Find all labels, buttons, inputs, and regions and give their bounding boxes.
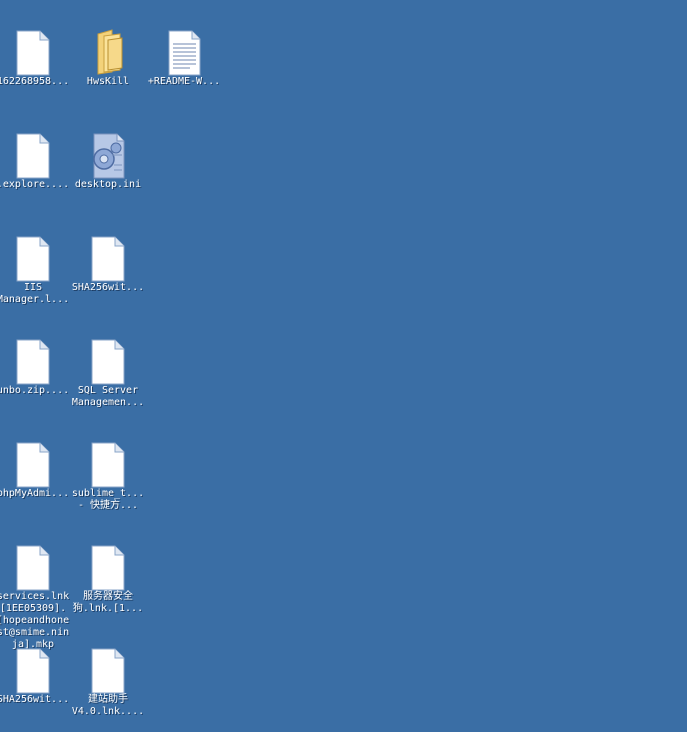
icon-label: desktop.ini (74, 179, 142, 190)
blank-file-icon (91, 442, 125, 488)
desktop-icon-162268958[interactable]: 162268958... (0, 30, 71, 88)
icon-label: 建站助手 V4.0.lnk.... (71, 694, 145, 717)
blank-file-icon (16, 236, 50, 282)
blank-file-icon (91, 545, 125, 591)
desktop-icon-sql-server[interactable]: SQL Server Managemen... (70, 339, 146, 409)
icon-label: 服务器安全 狗.lnk.[1... (72, 591, 144, 614)
desktop-icon-site-assistant[interactable]: 建站助手 V4.0.lnk.... (70, 648, 146, 718)
desktop[interactable]: 162268958... HwsKill +README-W... .explo… (0, 0, 687, 732)
blank-file-icon (16, 442, 50, 488)
desktop-icon-iis-manager[interactable]: IIS Manager.l... (0, 236, 71, 306)
icon-label: IIS Manager.l... (0, 282, 70, 305)
icon-label: HwsKill (86, 76, 130, 87)
icon-label: SHA256wit... (71, 282, 145, 293)
desktop-icon-unbo-zip[interactable]: unbo.zip.... (0, 339, 71, 397)
desktop-icon-sublime[interactable]: sublime_t... - 快捷方... (70, 442, 146, 512)
blank-file-icon (16, 648, 50, 694)
folder-icon (97, 29, 123, 75)
config-file-icon (93, 133, 125, 179)
desktop-icon-services-lnk[interactable]: services.lnk [1EE05309]. [hopeandhone st… (0, 545, 71, 651)
desktop-icon-sha256-2[interactable]: SHA256wit... (0, 648, 71, 706)
text-file-icon (168, 30, 201, 76)
blank-file-icon (16, 545, 50, 591)
desktop-icon-readme[interactable]: +README-W... (146, 30, 222, 88)
desktop-icon-sha256-1[interactable]: SHA256wit... (70, 236, 146, 294)
icon-label: unbo.zip.... (0, 385, 70, 396)
desktop-icon-phpmyadmin[interactable]: phpMyAdmi... (0, 442, 71, 500)
icon-label: .explore.... (0, 179, 70, 190)
blank-file-icon (91, 236, 125, 282)
desktop-icon-explore[interactable]: .explore.... (0, 133, 71, 191)
icon-label: services.lnk [1EE05309]. [hopeandhone st… (0, 591, 70, 650)
icon-label: +README-W... (147, 76, 221, 87)
desktop-icon-server-safedog[interactable]: 服务器安全 狗.lnk.[1... (70, 545, 146, 615)
blank-file-icon (16, 339, 50, 385)
desktop-icon-desktop-ini[interactable]: desktop.ini (70, 133, 146, 191)
icon-label: SQL Server Managemen... (71, 385, 145, 408)
blank-file-icon (91, 339, 125, 385)
desktop-icon-hwskill[interactable]: HwsKill (70, 26, 146, 88)
icon-label: phpMyAdmi... (0, 488, 70, 499)
icon-label: SHA256wit... (0, 694, 70, 705)
icon-label: 162268958... (0, 76, 70, 87)
blank-file-icon (91, 648, 125, 694)
blank-file-icon (16, 30, 50, 76)
icon-label: sublime_t... - 快捷方... (71, 488, 145, 511)
blank-file-icon (16, 133, 50, 179)
